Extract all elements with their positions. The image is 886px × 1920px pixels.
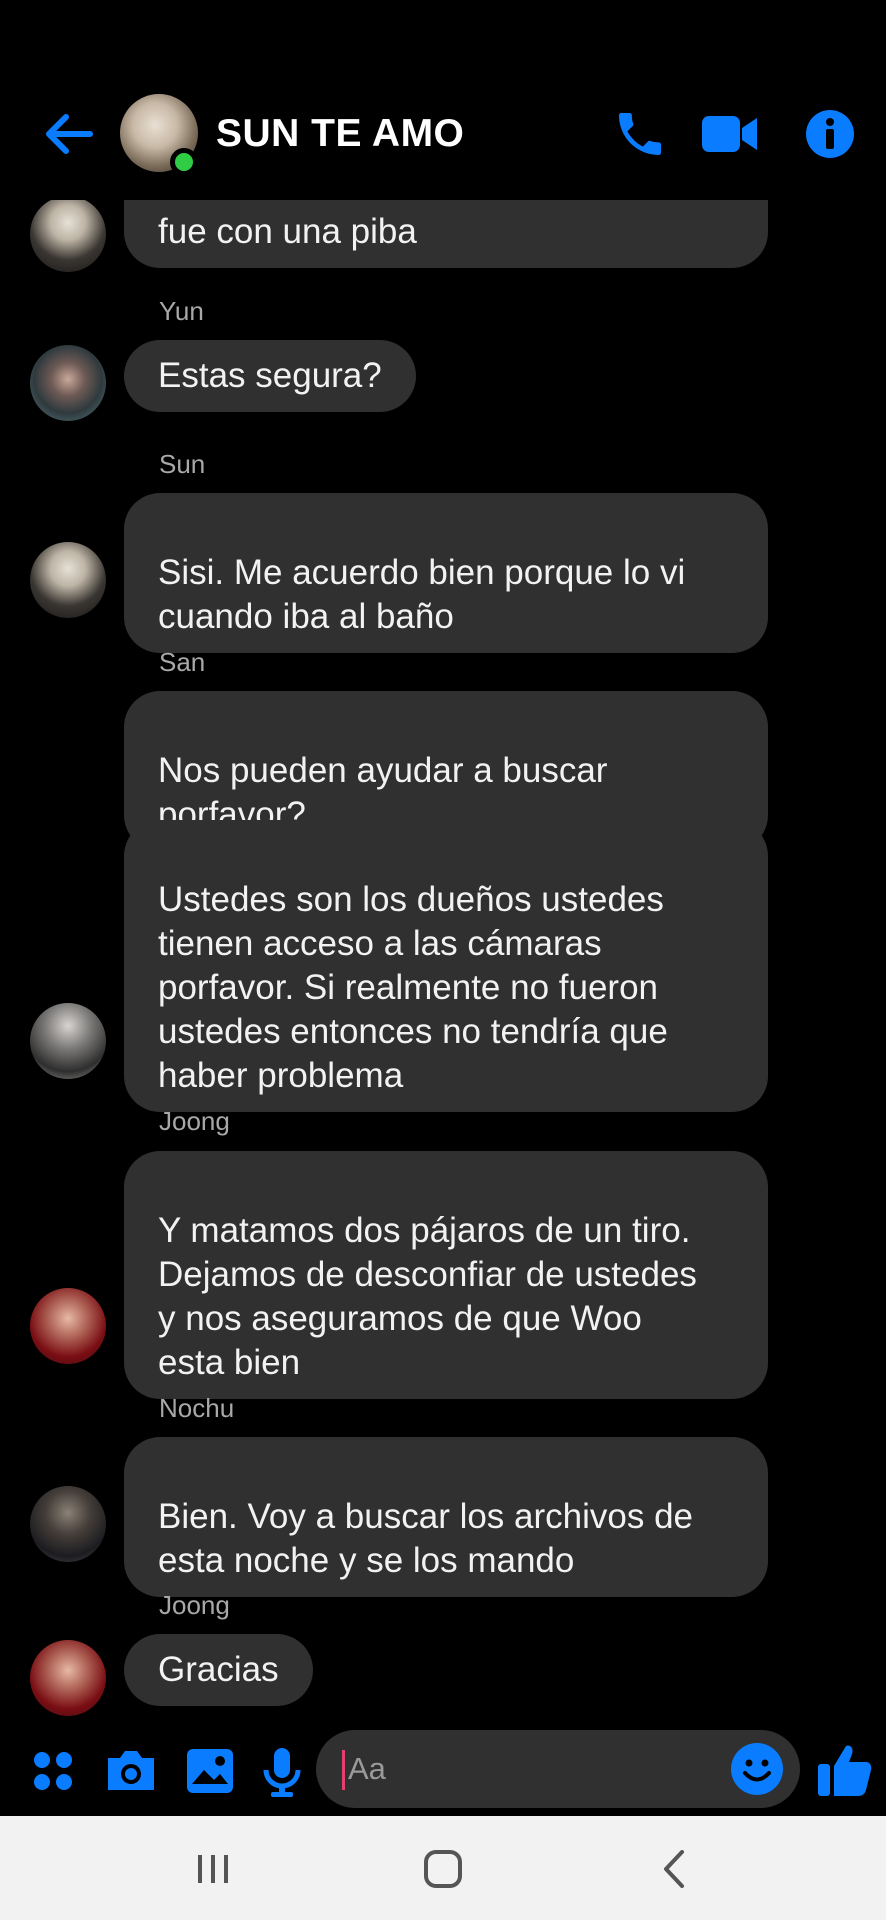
message-bubble[interactable]: fue con una piba (124, 200, 768, 268)
home-button[interactable] (413, 1844, 473, 1894)
message-input[interactable] (348, 1744, 728, 1794)
emoji-button[interactable] (730, 1742, 784, 1796)
avatar-sun[interactable] (30, 200, 106, 272)
camera-button[interactable] (102, 1742, 160, 1800)
info-button[interactable] (800, 106, 860, 162)
video-camera-icon (702, 116, 757, 152)
sender-name: Yun (159, 296, 204, 326)
apps-button[interactable] (24, 1742, 82, 1800)
info-icon (806, 110, 854, 158)
thumbs-up-icon (818, 1745, 872, 1796)
back-button[interactable] (40, 110, 96, 158)
phone-icon (619, 113, 661, 155)
message-text: Gracias (158, 1650, 279, 1689)
avatar-san[interactable] (30, 1003, 106, 1079)
chat-header: SUN TE AMO (0, 0, 886, 200)
back-icon (664, 1850, 684, 1888)
message-list[interactable]: fue con una piba Yun Estas segura? Sun S… (0, 200, 886, 1730)
recent-apps-icon (198, 1855, 228, 1883)
sender-name: Joong (159, 1106, 230, 1136)
avatar-yun[interactable] (30, 345, 106, 421)
message-text: fue con una piba (158, 212, 417, 251)
system-back-button[interactable] (644, 1844, 704, 1894)
arrow-left-icon (46, 114, 93, 154)
online-status-dot (170, 148, 198, 176)
gallery-icon (187, 1749, 233, 1793)
message-text: Bien. Voy a buscar los archivos de esta … (158, 1497, 694, 1580)
text-caret (342, 1750, 345, 1790)
avatar-joong[interactable] (30, 1288, 106, 1364)
like-button[interactable] (814, 1740, 874, 1800)
message-bubble[interactable]: Bien. Voy a buscar los archivos de esta … (124, 1437, 768, 1597)
message-text: Sisi. Me acuerdo bien porque lo vi cuand… (158, 553, 686, 636)
home-icon (424, 1850, 462, 1888)
gallery-button[interactable] (182, 1742, 240, 1800)
sender-name: Nochu (159, 1393, 235, 1423)
message-bubble[interactable]: Gracias (124, 1634, 313, 1706)
recent-apps-button[interactable] (183, 1844, 243, 1894)
message-composer (0, 1728, 886, 1816)
camera-icon (108, 1751, 154, 1790)
message-bubble[interactable]: Y matamos dos pájaros de un tiro. Dejamo… (124, 1151, 768, 1399)
sender-name: San (159, 647, 206, 677)
microphone-icon (263, 1748, 301, 1797)
message-text: Estas segura? (158, 356, 382, 395)
emoji-icon (731, 1743, 783, 1795)
avatar-nochu[interactable] (30, 1486, 106, 1562)
chat-title[interactable]: SUN TE AMO (216, 112, 464, 156)
voice-button[interactable] (254, 1742, 312, 1800)
video-call-button[interactable] (700, 106, 760, 162)
avatar-sun[interactable] (30, 542, 106, 618)
avatar-joong[interactable] (30, 1640, 106, 1716)
call-button[interactable] (610, 106, 670, 162)
message-bubble[interactable]: Estas segura? (124, 340, 416, 412)
system-navigation-bar (0, 1816, 886, 1920)
sender-name: Joong (159, 1590, 230, 1620)
message-text: Ustedes son los dueños ustedes tienen ac… (158, 880, 668, 1095)
message-bubble[interactable]: Ustedes son los dueños ustedes tienen ac… (124, 820, 768, 1112)
sender-name: Sun (159, 449, 206, 479)
apps-grid-icon (34, 1752, 72, 1790)
message-bubble[interactable]: Sisi. Me acuerdo bien porque lo vi cuand… (124, 493, 768, 653)
message-text: Y matamos dos pájaros de un tiro. Dejamo… (158, 1211, 697, 1382)
message-input-container[interactable] (316, 1730, 800, 1808)
